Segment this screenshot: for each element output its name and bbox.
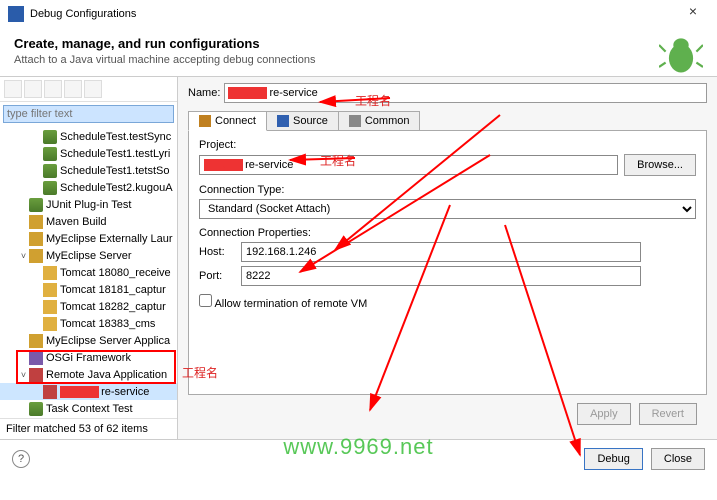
- source-icon: [277, 115, 289, 127]
- filter-status: Filter matched 53 of 62 items: [0, 418, 177, 439]
- tree-item[interactable]: MyEclipse Server Applica: [0, 332, 177, 349]
- filter-icon[interactable]: [84, 80, 102, 98]
- tree-item[interactable]: ˅MyEclipse Server: [0, 247, 177, 264]
- tab-source[interactable]: Source: [266, 111, 339, 131]
- allow-termination-checkbox[interactable]: Allow termination of remote VM: [199, 298, 367, 310]
- name-input[interactable]: .re-service: [224, 83, 707, 103]
- tree-item[interactable]: JUnit Plug-in Test: [0, 196, 177, 213]
- page-subtitle: Attach to a Java virtual machine accepti…: [14, 54, 703, 66]
- new-config-icon[interactable]: [4, 80, 22, 98]
- close-icon[interactable]: ×: [677, 3, 709, 25]
- revert-button[interactable]: Revert: [639, 403, 697, 425]
- config-toolbar: [0, 77, 177, 102]
- tree-item[interactable]: Tomcat 18383_cms: [0, 315, 177, 332]
- tree-item[interactable]: ScheduleTest1.tetstSo: [0, 162, 177, 179]
- tree-item[interactable]: MyEclipse Externally Laur: [0, 230, 177, 247]
- connection-props-label: Connection Properties:: [199, 227, 696, 239]
- tree-item[interactable]: Tomcat 18181_captur: [0, 281, 177, 298]
- host-input[interactable]: [241, 242, 641, 262]
- tree-item[interactable]: Tomcat 18080_receive: [0, 264, 177, 281]
- common-icon: [349, 115, 361, 127]
- tab-connect[interactable]: Connect: [188, 111, 267, 131]
- host-label: Host:: [199, 246, 235, 258]
- close-button[interactable]: Close: [651, 448, 705, 470]
- debug-button[interactable]: Debug: [584, 448, 642, 470]
- help-icon[interactable]: ?: [12, 450, 30, 468]
- connect-icon: [199, 115, 211, 127]
- connection-type-label: Connection Type:: [199, 184, 696, 196]
- connection-type-select[interactable]: Standard (Socket Attach): [199, 199, 696, 219]
- bug-icon: [659, 34, 703, 78]
- page-title: Create, manage, and run configurations: [14, 36, 703, 51]
- filter-input[interactable]: [3, 105, 174, 123]
- port-input[interactable]: [241, 266, 641, 286]
- browse-button[interactable]: Browse...: [624, 154, 696, 176]
- tree-item[interactable]: ScheduleTest1.testLyri: [0, 145, 177, 162]
- tree-item[interactable]: ScheduleTest.testSync: [0, 128, 177, 145]
- tab-common[interactable]: Common: [338, 111, 421, 131]
- config-tree[interactable]: ScheduleTest.testSyncScheduleTest1.testL…: [0, 126, 177, 418]
- delete-config-icon[interactable]: [44, 80, 62, 98]
- tree-item[interactable]: OSGi Framework: [0, 349, 177, 366]
- collapse-icon[interactable]: [64, 80, 82, 98]
- app-icon: [8, 6, 24, 22]
- window-title: Debug Configurations: [30, 8, 677, 20]
- duplicate-config-icon[interactable]: [24, 80, 42, 98]
- tree-item[interactable]: Tomcat 18282_captur: [0, 298, 177, 315]
- tree-item[interactable]: .re-service: [0, 383, 177, 400]
- project-input[interactable]: .re-service: [199, 155, 618, 175]
- project-label: Project:: [199, 139, 696, 151]
- tree-item[interactable]: Task Context Test: [0, 400, 177, 417]
- apply-button[interactable]: Apply: [577, 403, 631, 425]
- tree-item[interactable]: ˅Remote Java Application: [0, 366, 177, 383]
- port-label: Port:: [199, 270, 235, 282]
- tree-item[interactable]: ScheduleTest2.kugouA: [0, 179, 177, 196]
- tree-item[interactable]: Maven Build: [0, 213, 177, 230]
- name-label: Name:: [188, 87, 220, 99]
